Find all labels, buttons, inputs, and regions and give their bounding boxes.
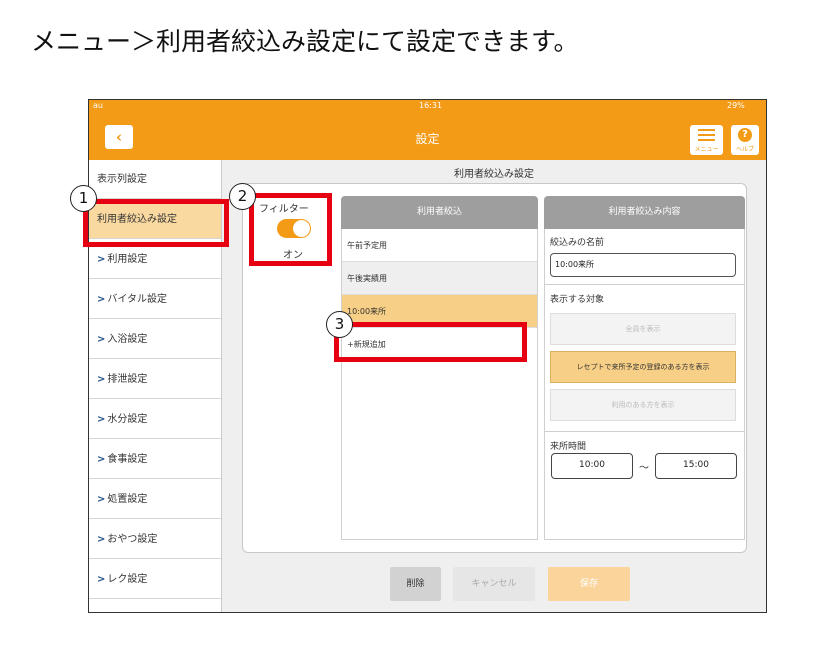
hamburger-icon [698,129,715,144]
section-title: 利用者絞込み設定 [454,169,534,180]
option-show-users[interactable]: 利用のある方を表示 [550,389,736,421]
list-item[interactable]: 午前予定用 [342,229,537,262]
chevron-right-icon: > [97,414,106,425]
time-label: 来所時間 [550,442,587,452]
option-show-scheduled[interactable]: レセプトで来所予定の登録のある方を表示 [550,351,736,383]
chevron-right-icon: > [97,454,106,465]
page-heading: メニュー＞利用者絞込み設定にて設定できます。 [31,27,579,56]
sidebar-item-excretion[interactable]: > 排泄設定 [89,360,221,399]
nav-bar: ‹ 設定 メニュー ? ヘルプ [89,113,766,160]
delete-button[interactable]: 削除 [390,567,441,601]
status-bar: au 16:31 29% [89,100,766,113]
help-label: ヘルプ [735,146,754,153]
nav-title: 設定 [415,132,440,146]
filter-detail: 絞込みの名前 10:00来所 表示する対象 全員を表示 レセプトで来所予定の登録… [544,229,745,540]
chevron-right-icon: > [97,534,106,545]
sidebar-item-vital[interactable]: > バイタル設定 [89,280,221,319]
option-show-all[interactable]: 全員を表示 [550,313,736,345]
clock: 16:31 [419,101,443,110]
filter-list: 午前予定用 午後実績用 10:00来所 +新規追加 [341,229,538,540]
sidebar-item-meal[interactable]: > 食事設定 [89,440,221,479]
target-label: 表示する対象 [550,295,605,305]
list-item[interactable]: 午後実績用 [342,262,537,295]
chevron-right-icon: > [97,334,106,345]
callout-number-2: 2 [229,183,256,210]
chevron-right-icon: > [97,374,106,385]
time-to-field[interactable]: 15:00 [655,453,737,479]
chevron-right-icon: > [97,574,106,585]
menu-label: メニュー [694,146,719,153]
save-button[interactable]: 保存 [548,567,630,601]
carrier-label: au [93,101,103,110]
callout-box-1 [83,199,229,247]
callout-box-2 [249,193,332,266]
sidebar-item-treatment[interactable]: > 処置設定 [89,480,221,519]
sidebar-item-columns[interactable]: 表示列設定 [89,160,221,199]
time-from-field[interactable]: 10:00 [551,453,633,479]
help-button[interactable]: ? ヘルプ [731,125,759,155]
list-header: 利用者絞込 [341,196,538,229]
sidebar-item-recreation[interactable]: > レク設定 [89,560,221,599]
battery-label: 29% [727,101,745,110]
cancel-button[interactable]: キャンセル [453,567,535,601]
sidebar-item-bath[interactable]: > 入浴設定 [89,320,221,359]
detail-header: 利用者絞込み内容 [544,196,745,229]
chevron-right-icon: > [97,254,106,265]
chevron-right-icon: > [97,294,106,305]
chevron-right-icon: > [97,494,106,505]
sidebar-item-snack[interactable]: > おやつ設定 [89,520,221,559]
time-separator: ～ [639,463,649,474]
name-label: 絞込みの名前 [550,238,605,248]
help-icon: ? [738,128,752,142]
callout-number-3: 3 [326,311,353,338]
callout-box-3 [334,322,527,362]
callout-number-1: 1 [70,185,97,212]
filter-name-field[interactable]: 10:00来所 [550,253,736,277]
menu-button[interactable]: メニュー [690,125,723,155]
sidebar-item-water[interactable]: > 水分設定 [89,400,221,439]
